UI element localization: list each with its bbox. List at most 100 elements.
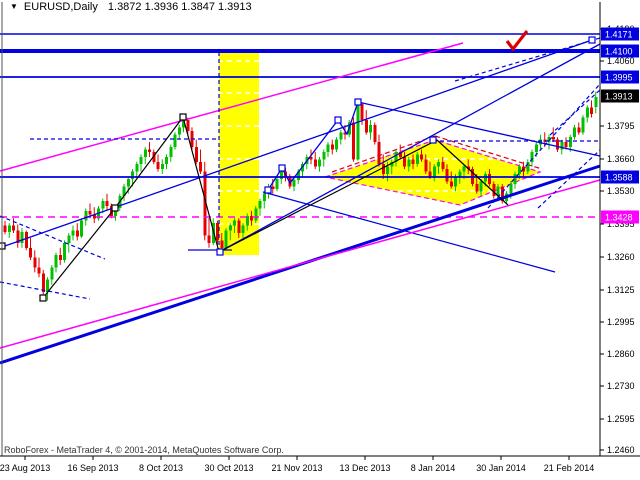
trendlines-layer[interactable] <box>0 40 600 363</box>
candle-body <box>437 162 440 167</box>
candle-body <box>373 125 376 142</box>
candle-body <box>518 167 521 174</box>
candle-body <box>429 172 432 177</box>
candle-body <box>101 201 104 208</box>
candle-body <box>8 226 11 232</box>
candle-body <box>178 127 181 134</box>
candle-body <box>229 226 232 231</box>
candle-body <box>169 147 172 157</box>
pivot-square-marker <box>112 205 118 211</box>
candle-body <box>293 180 296 186</box>
candle-body <box>12 226 15 231</box>
candle-body <box>441 162 444 169</box>
candle-body <box>382 164 385 174</box>
price-badge-label: 1.3428 <box>605 213 633 223</box>
candle-body <box>242 226 245 233</box>
candle-body <box>582 118 585 133</box>
candle-body <box>42 274 45 292</box>
candle-body <box>76 231 79 237</box>
price-tick-label: 1.3260 <box>607 252 635 262</box>
candle-body <box>339 132 342 139</box>
candle-body <box>492 184 495 196</box>
candle-body <box>446 169 449 181</box>
candle-body <box>225 231 228 248</box>
candle-body <box>106 201 109 206</box>
candle-body <box>199 162 202 172</box>
price-tick-label: 1.2595 <box>607 414 635 424</box>
price-tick-label: 1.3660 <box>607 154 635 164</box>
candle-body <box>21 232 24 243</box>
trendline <box>263 192 555 272</box>
candle-body <box>416 154 419 164</box>
candle-body <box>577 127 580 132</box>
candle-body <box>458 172 461 177</box>
candle-body <box>195 147 198 162</box>
candle-body <box>67 235 70 242</box>
price-tick-label: 1.2730 <box>607 381 635 391</box>
candle-body <box>412 159 415 164</box>
price-badge-label: 1.3913 <box>605 92 633 102</box>
candle-body <box>33 258 36 268</box>
candle-body <box>335 140 338 150</box>
candle-body <box>55 255 58 267</box>
candle-body <box>556 140 559 150</box>
copyright-text: RoboForex - MetaTrader 4, © 2001-2014, M… <box>4 445 284 455</box>
time-tick-label: 23 Aug 2013 <box>0 463 50 473</box>
candle-body <box>237 221 240 233</box>
candle-body <box>565 142 568 147</box>
candle-body <box>327 145 330 152</box>
candle-body <box>433 167 436 177</box>
candle-body <box>165 157 168 164</box>
candle-body <box>148 149 151 151</box>
time-axis[interactable]: 23 Aug 201316 Sep 20138 Oct 201330 Oct 2… <box>0 456 640 473</box>
pivot-square-marker <box>430 137 436 143</box>
candle-body <box>356 104 359 159</box>
candle-body <box>63 243 66 260</box>
candle-body <box>84 211 87 221</box>
time-tick-label: 13 Dec 2013 <box>339 463 390 473</box>
candle-body <box>369 125 372 132</box>
candle-body <box>259 201 262 208</box>
candle-body <box>560 142 563 149</box>
candle-body <box>407 159 410 166</box>
dashed-trendline <box>488 84 600 208</box>
candle-body <box>590 108 593 114</box>
price-badge-label: 1.3995 <box>605 73 633 83</box>
pivot-square-marker <box>355 99 361 105</box>
candle-body <box>127 179 130 186</box>
pivot-square-marker <box>265 187 271 193</box>
mt4-chart-window: ▼ EURUSD,Daily 1.3872 1.3936 1.3847 1.39… <box>0 0 640 480</box>
price-tick-label: 1.2995 <box>607 317 635 327</box>
candle-body <box>220 240 223 247</box>
candle-body <box>144 149 147 156</box>
candle-body <box>331 145 334 150</box>
candle-body <box>59 255 62 260</box>
candle-body <box>573 127 576 137</box>
time-tick-label: 30 Oct 2013 <box>204 463 253 473</box>
pivot-square-marker <box>40 295 46 301</box>
price-tick-label: 1.2860 <box>607 349 635 359</box>
dashed-trendline <box>538 150 600 208</box>
candle-body <box>488 174 491 184</box>
candle-body <box>271 186 274 188</box>
candle-body <box>475 184 478 191</box>
candle-body <box>254 208 257 220</box>
dashed-trendline <box>455 38 600 81</box>
candle-body <box>314 159 317 166</box>
price-tick-label: 1.2460 <box>607 445 635 455</box>
price-badge-label: 1.4100 <box>605 47 633 57</box>
price-badge-label: 1.3588 <box>605 173 633 183</box>
candle-body <box>552 137 555 139</box>
candle-body <box>29 248 32 258</box>
time-tick-label: 8 Jan 2014 <box>411 463 456 473</box>
candle-body <box>463 167 466 172</box>
candle-body <box>25 232 28 248</box>
price-chart[interactable]: 1.41901.40601.37951.36601.35301.33951.32… <box>0 0 640 480</box>
candle-body <box>569 137 572 147</box>
candle-body <box>263 194 266 201</box>
price-tick-label: 1.3795 <box>607 121 635 131</box>
candle-body <box>80 221 83 237</box>
trendline <box>219 44 600 252</box>
candle-body <box>509 184 512 194</box>
pivot-square-marker <box>335 117 341 123</box>
